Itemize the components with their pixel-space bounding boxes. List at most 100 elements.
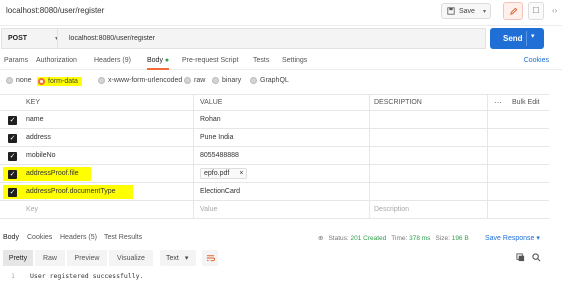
pencil-icon: [509, 7, 517, 15]
line-number: 1: [11, 272, 15, 280]
remove-file-icon[interactable]: ×: [239, 170, 243, 177]
key-placeholder[interactable]: Key: [24, 201, 194, 218]
view-raw[interactable]: Raw: [35, 250, 65, 266]
save-label: Save: [459, 7, 475, 15]
radio-label: x-www-form-urlencoded: [108, 77, 183, 84]
view-preview[interactable]: Preview: [67, 250, 107, 266]
description-cell[interactable]: [370, 147, 488, 164]
tab-body[interactable]: Body ●: [147, 57, 170, 70]
send-label: Send: [503, 34, 523, 43]
tab-headers[interactable]: Headers (9): [94, 57, 131, 64]
table-row: ✓ addressProof.documentType ElectionCard: [0, 183, 549, 201]
radio-circle-icon: [98, 77, 105, 84]
radio-circle-icon: [38, 78, 45, 85]
value-cell[interactable]: 8055488888: [196, 147, 370, 164]
table-row-empty: Key Value Description: [0, 201, 549, 219]
body-type-row: none form-data x-www-form-urlencoded raw…: [0, 74, 562, 88]
response-tab-headers[interactable]: Headers (5): [60, 234, 97, 241]
key-cell[interactable]: address: [24, 129, 194, 146]
edit-button[interactable]: [503, 2, 523, 20]
response-tab-test-results[interactable]: Test Results: [104, 234, 142, 241]
response-body: 1 User registered successfully.: [0, 272, 562, 286]
response-text: User registered successfully.: [30, 272, 144, 280]
value-cell[interactable]: Rohan: [196, 111, 370, 128]
copy-icon[interactable]: [516, 253, 525, 262]
row-checkbox[interactable]: ✓: [8, 134, 17, 143]
view-pretty[interactable]: Pretty: [3, 250, 33, 266]
radio-circle-icon: [184, 77, 191, 84]
tab-params[interactable]: Params: [4, 57, 28, 64]
description-cell[interactable]: [370, 165, 488, 182]
key-cell[interactable]: addressProof.documentType: [24, 183, 194, 200]
response-tabs: Body Cookies Headers (5) Test Results ⊕ …: [0, 232, 562, 246]
key-cell[interactable]: mobileNo: [24, 147, 194, 164]
send-divider: [526, 31, 527, 46]
url-input[interactable]: [57, 28, 486, 49]
code-icon[interactable]: ‹›: [552, 6, 557, 15]
description-cell[interactable]: [370, 111, 488, 128]
tab-tests[interactable]: Tests: [253, 57, 269, 64]
column-header-key: KEY: [24, 95, 194, 110]
radio-circle-icon: [250, 77, 257, 84]
column-header-description: DESCRIPTION: [370, 95, 488, 110]
column-header-value: VALUE: [196, 95, 370, 110]
modified-dot-icon: ●: [164, 57, 170, 64]
file-chip[interactable]: epfo.pdf ×: [200, 168, 248, 179]
save-response-button[interactable]: Save Response ▾: [485, 234, 540, 242]
format-select[interactable]: Text ▾: [160, 250, 196, 266]
view-visualize[interactable]: Visualize: [109, 250, 153, 266]
status-label: Status: 201 Created: [328, 234, 387, 242]
table-header-row: KEY VALUE DESCRIPTION ··· Bulk Edit: [0, 95, 549, 111]
radio-binary[interactable]: binary: [212, 77, 241, 84]
row-checkbox[interactable]: ✓: [8, 170, 17, 179]
value-cell[interactable]: epfo.pdf ×: [196, 165, 370, 182]
description-placeholder[interactable]: Description: [370, 201, 488, 218]
format-label: Text: [166, 254, 179, 262]
description-cell[interactable]: [370, 129, 488, 146]
radio-none[interactable]: none: [6, 77, 32, 84]
search-icon[interactable]: [532, 253, 541, 262]
tab-pre-request-script[interactable]: Pre-request Script: [182, 57, 238, 64]
key-cell[interactable]: name: [24, 111, 194, 128]
cookies-link[interactable]: Cookies: [524, 57, 549, 64]
table-row: ✓ name Rohan: [0, 111, 549, 129]
time-label: Time: 378 ms: [391, 234, 431, 242]
send-button[interactable]: Send ▾: [490, 28, 544, 49]
radio-raw[interactable]: raw: [184, 77, 205, 84]
wrap-icon: [206, 255, 215, 262]
save-icon: [447, 7, 455, 15]
radio-label: form-data: [48, 78, 78, 85]
radio-label: none: [16, 77, 32, 84]
table-row: ✓ address Pune India: [0, 129, 549, 147]
row-checkbox[interactable]: ✓: [8, 188, 17, 197]
value-placeholder[interactable]: Value: [196, 201, 370, 218]
row-checkbox[interactable]: ✓: [8, 152, 17, 161]
radio-label: raw: [194, 77, 206, 84]
more-options-icon[interactable]: ···: [488, 95, 508, 110]
comments-button[interactable]: ☐: [528, 2, 544, 20]
save-button[interactable]: Save ▾: [441, 3, 491, 19]
file-name: epfo.pdf: [204, 170, 230, 177]
response-tab-body[interactable]: Body: [3, 234, 19, 241]
key-cell[interactable]: addressProof.file: [24, 165, 194, 182]
description-cell[interactable]: [370, 183, 488, 200]
radio-x-www-form-urlencoded[interactable]: x-www-form-urlencoded: [98, 77, 182, 84]
table-row: ✓ addressProof.file epfo.pdf ×: [0, 165, 549, 183]
table-row: ✓ mobileNo 8055488888: [0, 147, 549, 165]
globe-icon: ⊕: [318, 235, 324, 242]
radio-graphql[interactable]: GraphQL: [250, 77, 289, 84]
tab-settings[interactable]: Settings: [282, 57, 307, 64]
value-cell[interactable]: ElectionCard: [196, 183, 370, 200]
bulk-edit-button[interactable]: Bulk Edit: [512, 95, 552, 110]
url-row: POST ▾ Send ▾: [0, 28, 562, 50]
radio-label: GraphQL: [260, 77, 289, 84]
method-select[interactable]: POST ▾: [1, 28, 58, 49]
request-title[interactable]: localhost:8080/user/register: [6, 6, 104, 15]
wrap-lines-button[interactable]: [202, 250, 218, 266]
radio-form-data[interactable]: form-data: [37, 77, 82, 86]
row-checkbox[interactable]: ✓: [8, 116, 17, 125]
chevron-down-icon[interactable]: ▾: [531, 32, 535, 40]
value-cell[interactable]: Pune India: [196, 129, 370, 146]
response-tab-cookies[interactable]: Cookies: [27, 234, 52, 241]
tab-authorization[interactable]: Authorization: [36, 57, 77, 64]
